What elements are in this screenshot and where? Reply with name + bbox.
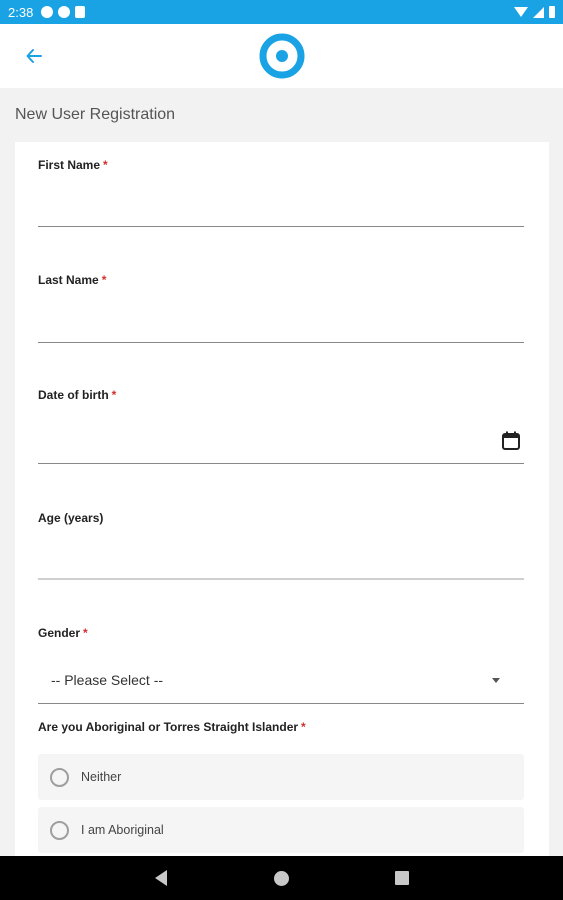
aboriginal-label: Are you Aboriginal or Torres Straight Is… <box>38 720 306 734</box>
gender-label: Gender * <box>38 626 88 640</box>
signal-icon <box>533 6 544 18</box>
required-mark: * <box>103 158 108 172</box>
system-nav-bar <box>0 856 563 900</box>
p-icon <box>58 6 71 18</box>
first-name-label: First Name * <box>38 158 108 172</box>
arrow-left-icon <box>26 49 42 63</box>
required-mark: * <box>101 273 107 287</box>
status-time: 2:38 <box>8 4 34 20</box>
nav-home-icon[interactable] <box>274 871 289 886</box>
calendar-icon[interactable] <box>500 430 522 452</box>
radio-label: Neither <box>81 770 122 784</box>
age-label: Age (years) <box>38 511 104 525</box>
back-button[interactable] <box>20 42 48 70</box>
gender-select-value: -- Please Select -- <box>51 672 164 688</box>
radio-circle-icon[interactable] <box>50 820 69 840</box>
required-mark: * <box>301 720 306 734</box>
target-logo-icon <box>259 33 305 79</box>
dob-label: Date of birth * <box>38 388 117 402</box>
battery-icon <box>549 6 555 18</box>
radio-circle-icon[interactable] <box>50 767 69 787</box>
wifi-icon <box>514 7 528 17</box>
app-bar <box>0 24 563 88</box>
last-name-underline <box>38 342 524 343</box>
radio-label: I am Aboriginal <box>81 823 164 837</box>
radio-option-neither[interactable]: Neither <box>38 754 524 800</box>
gender-underline <box>38 703 524 704</box>
required-mark: * <box>83 626 88 640</box>
last-name-label: Last Name * <box>38 273 107 287</box>
registration-form-card: First Name * Last Name * Date of birth * Ag… <box>15 142 549 856</box>
first-name-input[interactable] <box>38 194 524 226</box>
nav-back-icon[interactable] <box>155 870 167 886</box>
sd-card-icon <box>75 6 86 18</box>
caret-down-icon <box>492 678 500 683</box>
gender-select[interactable]: -- Please Select -- <box>38 663 524 697</box>
gender-field: Gender * -- Please Select -- <box>38 626 524 706</box>
dob-field: Date of birth * <box>38 388 524 466</box>
page-title: New User Registration <box>15 106 176 123</box>
required-mark: * <box>111 388 117 402</box>
radio-option-aboriginal[interactable]: I am Aboriginal <box>38 807 524 853</box>
nav-recents-icon[interactable] <box>395 871 409 885</box>
age-input <box>38 547 524 579</box>
status-bar: 2:38 <box>0 0 563 24</box>
aboriginal-question: Are you Aboriginal or Torres Straight Is… <box>38 720 524 740</box>
a-icon <box>41 6 54 18</box>
last-name-input[interactable] <box>38 309 524 341</box>
first-name-field: First Name * <box>38 158 524 228</box>
last-name-field: Last Name * <box>38 273 524 343</box>
first-name-underline <box>38 226 524 227</box>
age-field: Age (years) <box>38 511 524 583</box>
dob-underline <box>38 463 524 464</box>
age-underline <box>38 578 524 580</box>
dob-input[interactable] <box>38 426 524 458</box>
